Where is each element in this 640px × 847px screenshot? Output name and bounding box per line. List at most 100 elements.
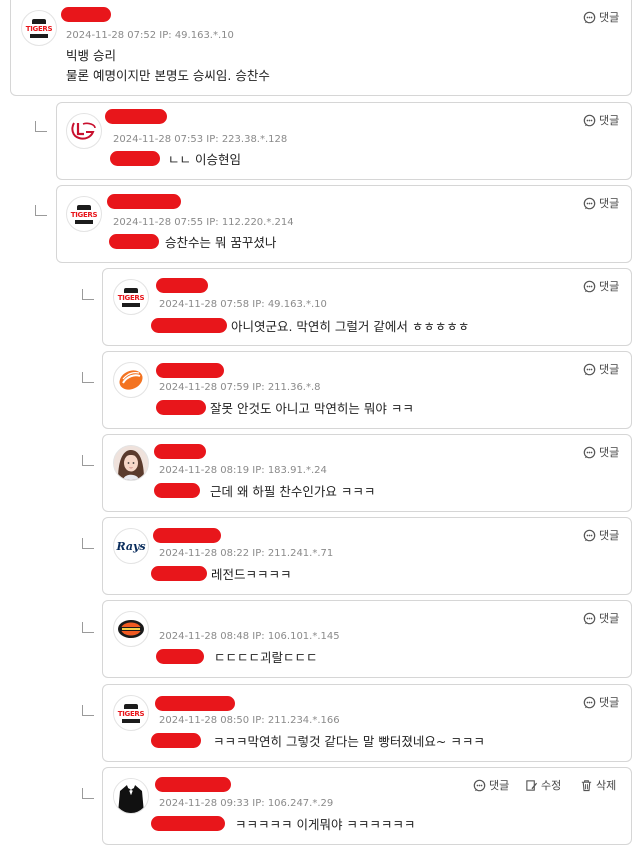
reply-icon	[583, 529, 596, 542]
reply-button[interactable]: 댓글	[583, 610, 619, 626]
comment-card: 2024-11-28 09:33 IP: 106.247.*.29 ㅋㅋㅋㅋㅋ …	[102, 767, 632, 845]
reply-label: 댓글	[599, 446, 620, 459]
reply-button[interactable]: 댓글	[583, 112, 619, 128]
rays-logo-avatar: Rays	[113, 528, 149, 564]
reply-icon	[583, 280, 596, 293]
reply-button[interactable]: 댓글	[583, 527, 619, 543]
thread-line	[82, 705, 94, 716]
mention-redacted	[151, 566, 207, 581]
comment-card: 2024-11-28 08:19 IP: 183.91.*.24 근데 왜 하필…	[102, 434, 632, 512]
comment-body: 승찬수는 뭐 꿈꾸셨나	[109, 233, 276, 253]
tuxedo-avatar	[113, 778, 149, 814]
thread-line	[82, 538, 94, 549]
comment-meta: 2024-11-28 08:19 IP: 183.91.*.24	[159, 465, 327, 476]
reply-label: 댓글	[599, 363, 620, 376]
thread-line	[82, 289, 94, 300]
comment-text: 물론 예명이지만 본명도 승씨임. 승찬수	[66, 68, 270, 83]
thread-line	[82, 372, 94, 383]
comment-meta: 2024-11-28 08:48 IP: 106.101.*.145	[159, 631, 340, 642]
reply-button[interactable]: 댓글	[583, 444, 619, 460]
comment-card: TIGERS 2024-11-28 08:50 IP: 211.234.*.16…	[102, 684, 632, 762]
mention-redacted	[151, 816, 225, 831]
comment-text: 근데 왜 하필 찬수인가요 ㅋㅋㅋ	[209, 484, 376, 499]
tigers-logo-avatar: TIGERS	[21, 10, 57, 46]
reply-icon	[583, 696, 596, 709]
lg-twins-logo-avatar	[66, 113, 102, 149]
comment-meta: 2024-11-28 09:33 IP: 106.247.*.29	[159, 798, 334, 809]
reply-label: 댓글	[599, 280, 620, 293]
thread-line	[82, 622, 94, 633]
giants-logo-avatar	[113, 611, 149, 647]
mention-redacted	[154, 483, 200, 498]
reply-label: 댓글	[489, 779, 510, 792]
reply-button[interactable]: 댓글	[583, 694, 619, 710]
comment-text: 레전드ㅋㅋㅋㅋ	[210, 567, 292, 582]
comment-text: ㄴㄴ 이승현임	[167, 152, 241, 167]
reply-icon	[473, 779, 486, 792]
comment-body: 아니엿군요. 막연히 그럴거 같에서 ㅎㅎㅎㅎㅎ	[151, 317, 469, 337]
trash-icon	[580, 779, 593, 792]
thread-line	[35, 205, 47, 216]
author-name-redacted	[105, 109, 167, 124]
rays-logo-icon: Rays	[116, 539, 146, 553]
delete-button[interactable]: 삭제	[580, 777, 616, 793]
reply-button[interactable]: 댓글	[473, 777, 509, 793]
reply-button[interactable]: 댓글	[583, 278, 619, 294]
reply-button[interactable]: 댓글	[583, 361, 619, 377]
comment-meta: 2024-11-28 08:50 IP: 211.234.*.166	[159, 715, 340, 726]
comment-text: ㅋㅋㅋ막연히 그렇것 같다는 말 빵터졌네요~ ㅋㅋㅋ	[212, 734, 485, 749]
tigers-logo-avatar: TIGERS	[113, 279, 149, 315]
reply-label: 댓글	[599, 696, 620, 709]
comment-card: TIGERS 2024-11-28 07:55 IP: 112.220.*.21…	[56, 185, 632, 263]
tigers-logo-avatar: TIGERS	[113, 695, 149, 731]
comment-text: 승찬수는 뭐 꿈꾸셨나	[164, 235, 277, 250]
delete-label: 삭제	[596, 779, 617, 792]
reply-icon	[583, 114, 596, 127]
mention-redacted	[151, 733, 201, 748]
user-photo-avatar	[113, 445, 149, 481]
eagles-logo-icon	[119, 370, 143, 390]
comment-card: Rays 2024-11-28 08:22 IP: 211.241.*.71 레…	[102, 517, 632, 595]
reply-icon	[583, 197, 596, 210]
author-name-redacted	[155, 777, 231, 792]
reply-label: 댓글	[599, 529, 620, 542]
comment-body: ㅋㅋㅋ막연히 그렇것 같다는 말 빵터졌네요~ ㅋㅋㅋ	[151, 732, 485, 752]
comment-body: ㄴㄴ 이승현임	[110, 150, 241, 170]
tuxedo-icon	[114, 779, 148, 813]
reply-label: 댓글	[599, 197, 620, 210]
author-name-redacted	[154, 444, 206, 459]
comment-text: ㄷㄷㄷㄷ괴랄ㄷㄷㄷ	[213, 650, 318, 665]
edit-icon	[525, 779, 538, 792]
edit-label: 수정	[541, 779, 562, 792]
author-name-redacted	[153, 528, 221, 543]
lg-twins-logo-icon	[71, 122, 96, 140]
reply-button[interactable]: 댓글	[583, 9, 619, 25]
reply-icon	[583, 612, 596, 625]
comment-body: ㄷㄷㄷㄷ괴랄ㄷㄷㄷ	[156, 648, 318, 668]
reply-label: 댓글	[599, 11, 620, 24]
comment-meta: 2024-11-28 08:22 IP: 211.241.*.71	[159, 548, 334, 559]
comment-meta: 2024-11-28 07:53 IP: 223.38.*.128	[113, 134, 288, 145]
edit-button[interactable]: 수정	[525, 777, 561, 793]
comment-body: 잘못 안것도 아니고 막연히는 뭐야 ㅋㅋ	[156, 399, 414, 419]
thread-line	[35, 121, 47, 132]
mention-redacted	[151, 318, 227, 333]
comment-body: ㅋㅋㅋㅋㅋ 이게뭐야 ㅋㅋㅋㅋㅋㅋ	[151, 815, 415, 835]
comment-text: ㅋㅋㅋㅋㅋ 이게뭐야 ㅋㅋㅋㅋㅋㅋ	[234, 817, 416, 832]
thread-line	[82, 788, 94, 799]
comment-body: 레전드ㅋㅋㅋㅋ	[151, 565, 292, 585]
comment-meta: 2024-11-28 07:52 IP: 49.163.*.10	[66, 30, 234, 41]
comment-text: 아니엿군요. 막연히 그럴거 같에서 ㅎㅎㅎㅎㅎ	[230, 319, 470, 334]
comment-card: TIGERS 2024-11-28 07:52 IP: 49.163.*.10 …	[10, 0, 632, 96]
eagles-logo-avatar	[113, 362, 149, 398]
mention-redacted	[156, 649, 204, 664]
comment-card: 2024-11-28 07:53 IP: 223.38.*.128 ㄴㄴ 이승현…	[56, 102, 632, 180]
reply-button[interactable]: 댓글	[583, 195, 619, 211]
giants-logo-icon	[118, 620, 144, 638]
author-name-redacted	[107, 194, 181, 209]
tigers-logo-avatar: TIGERS	[66, 196, 102, 232]
reply-icon	[583, 363, 596, 376]
comment-card: 2024-11-28 08:48 IP: 106.101.*.145 ㄷㄷㄷㄷ괴…	[102, 600, 632, 678]
comment-card: TIGERS 2024-11-28 07:58 IP: 49.163.*.10 …	[102, 268, 632, 346]
comment-text: 잘못 안것도 아니고 막연히는 뭐야 ㅋㅋ	[209, 401, 414, 416]
